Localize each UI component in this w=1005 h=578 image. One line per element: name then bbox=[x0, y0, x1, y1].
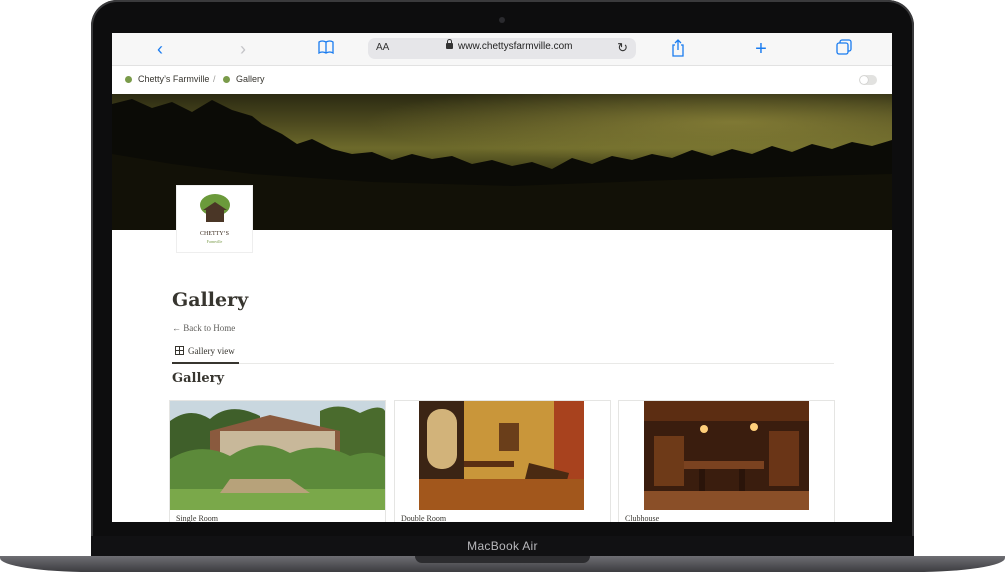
camera-icon bbox=[499, 17, 505, 23]
tabs-icon[interactable] bbox=[834, 39, 854, 59]
back-to-home-link[interactable]: ← Back to Home bbox=[172, 323, 235, 333]
forward-icon[interactable]: › bbox=[233, 39, 253, 59]
device-brand: MacBook Air bbox=[467, 539, 538, 553]
view-tabs: Gallery view bbox=[172, 340, 834, 364]
double-room-photo bbox=[419, 401, 584, 510]
farm-icon bbox=[125, 76, 132, 84]
farm-icon bbox=[223, 76, 230, 84]
theme-toggle[interactable] bbox=[859, 75, 877, 85]
tab-label: Gallery view bbox=[188, 346, 235, 356]
back-icon[interactable]: ‹ bbox=[150, 39, 170, 59]
gallery-card-clubhouse[interactable]: Clubhouse bbox=[619, 401, 834, 522]
page-logo: CHETTY’S Farmville bbox=[177, 186, 252, 252]
url-text[interactable]: www.chettysfarmville.com bbox=[458, 41, 572, 52]
gallery-card-single-room[interactable]: Single Room bbox=[170, 401, 385, 522]
section-title: Gallery bbox=[172, 371, 225, 386]
breadcrumb-label: Chetty’s Farmville bbox=[138, 74, 210, 84]
logo-subtitle: Farmville bbox=[206, 239, 223, 244]
gallery-card-double-room[interactable]: Double Room bbox=[395, 401, 610, 522]
clubhouse-photo bbox=[644, 401, 809, 510]
gallery-grid-icon bbox=[175, 346, 184, 355]
card-label: Clubhouse bbox=[625, 514, 660, 522]
breadcrumb-item-gallery[interactable]: Gallery bbox=[223, 74, 265, 84]
breadcrumb: Chetty’s Farmville / Gallery bbox=[112, 66, 892, 93]
house-icon bbox=[206, 208, 224, 222]
reload-icon[interactable]: ↻ bbox=[617, 40, 628, 56]
laptop-frame: ‹ › AA www.chettysfarmville.com ↻ + Chet… bbox=[0, 0, 1005, 578]
single-room-photo bbox=[170, 401, 385, 510]
tab-gallery-view[interactable]: Gallery view bbox=[172, 340, 239, 364]
address-bar[interactable]: AA www.chettysfarmville.com ↻ bbox=[368, 38, 636, 59]
breadcrumb-label: Gallery bbox=[236, 74, 265, 84]
breadcrumb-separator: / bbox=[213, 74, 216, 84]
lock-icon bbox=[446, 39, 453, 49]
new-tab-icon[interactable]: + bbox=[751, 39, 771, 59]
card-label: Double Room bbox=[401, 514, 447, 522]
breadcrumb-item-home[interactable]: Chetty’s Farmville bbox=[125, 74, 209, 84]
laptop-notch bbox=[415, 556, 590, 563]
share-icon[interactable] bbox=[668, 39, 688, 59]
bookmarks-icon[interactable] bbox=[316, 39, 336, 59]
logo-name: CHETTY’S bbox=[200, 231, 229, 237]
reader-aa-button[interactable]: AA bbox=[376, 42, 389, 53]
browser-toolbar: ‹ › AA www.chettysfarmville.com ↻ + bbox=[112, 33, 892, 66]
page-title: Gallery bbox=[172, 289, 249, 311]
browser-screen: ‹ › AA www.chettysfarmville.com ↻ + Chet… bbox=[112, 33, 892, 522]
card-label: Single Room bbox=[176, 514, 219, 522]
